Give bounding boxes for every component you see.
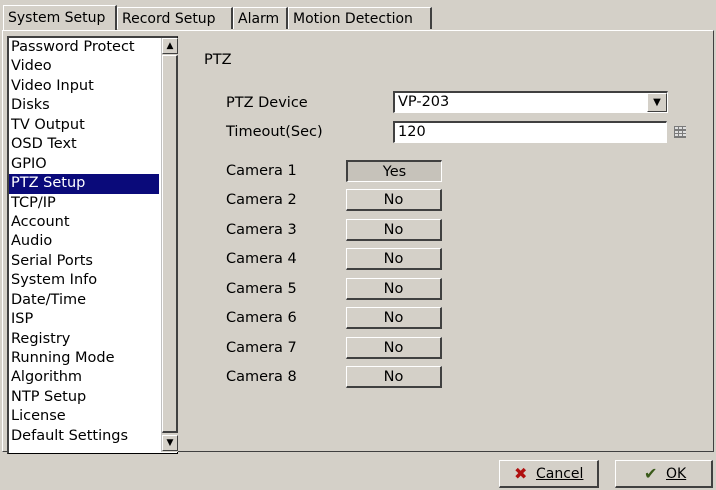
camera-4-toggle[interactable]: No: [346, 248, 442, 270]
ok-button-label: OK: [666, 466, 687, 482]
camera-3-label: Camera 3: [226, 222, 297, 238]
cancel-button[interactable]: ✖ Cancel: [499, 460, 599, 488]
list-item-password-protect[interactable]: Password Protect: [9, 38, 159, 57]
list-item-running-mode[interactable]: Running Mode: [9, 349, 159, 368]
camera-1-toggle[interactable]: Yes: [346, 160, 442, 182]
list-item-video-input[interactable]: Video Input: [9, 77, 159, 96]
list-item-ptz-setup[interactable]: PTZ Setup: [9, 174, 159, 194]
camera-6-label: Camera 6: [226, 310, 297, 326]
camera-2-label: Camera 2: [226, 192, 297, 208]
camera-5-toggle[interactable]: No: [346, 278, 442, 300]
checkmark-icon: ✔: [644, 464, 658, 483]
panel-title: PTZ: [204, 52, 232, 68]
list-item-osd-text[interactable]: OSD Text: [9, 135, 159, 154]
list-item-registry[interactable]: Registry: [9, 330, 159, 349]
list-item-audio[interactable]: Audio: [9, 232, 159, 251]
scrollbar-thumb[interactable]: [162, 55, 178, 433]
x-mark-icon: ✖: [514, 464, 528, 483]
list-item-date-time[interactable]: Date/Time: [9, 291, 159, 310]
list-item-system-info[interactable]: System Info: [9, 271, 159, 290]
list-item-account[interactable]: Account: [9, 213, 159, 232]
list-item-video[interactable]: Video: [9, 57, 159, 76]
tab-alarm[interactable]: Alarm: [233, 7, 288, 29]
scroll-up-arrow-icon[interactable]: ▲: [162, 38, 178, 54]
list-item-default-settings[interactable]: Default Settings: [9, 427, 159, 446]
list-item-tv-output[interactable]: TV Output: [9, 116, 159, 135]
camera-7-toggle[interactable]: No: [346, 337, 442, 359]
list-item-algorithm[interactable]: Algorithm: [9, 368, 159, 387]
tab-system-setup[interactable]: System Setup: [3, 5, 117, 30]
camera-3-toggle[interactable]: No: [346, 219, 442, 241]
list-item-ntp-setup[interactable]: NTP Setup: [9, 388, 159, 407]
camera-4-label: Camera 4: [226, 251, 297, 267]
chevron-down-icon[interactable]: ▼: [647, 93, 667, 112]
ok-button[interactable]: ✔ OK: [615, 460, 713, 488]
list-item-isp[interactable]: ISP: [9, 310, 159, 329]
list-scrollbar[interactable]: ▲ ▼: [161, 38, 178, 452]
camera-6-toggle[interactable]: No: [346, 307, 442, 329]
tab-bar: System Setup Record Setup Alarm Motion D…: [0, 0, 716, 30]
camera-7-label: Camera 7: [226, 340, 297, 356]
timeout-label: Timeout(Sec): [226, 124, 323, 140]
tab-motion-detection[interactable]: Motion Detection: [288, 7, 432, 29]
list-item-gpio[interactable]: GPIO: [9, 155, 159, 174]
ptz-device-select[interactable]: VP-203 ▼: [393, 91, 668, 113]
scroll-down-arrow-icon[interactable]: ▼: [162, 435, 178, 451]
list-item-serial-ports[interactable]: Serial Ports: [9, 252, 159, 271]
ptz-device-value: VP-203: [398, 94, 450, 110]
list-item-tcp-ip[interactable]: TCP/IP: [9, 194, 159, 213]
list-item-disks[interactable]: Disks: [9, 96, 159, 115]
camera-2-toggle[interactable]: No: [346, 189, 442, 211]
timeout-value: 120: [398, 124, 426, 140]
camera-5-label: Camera 5: [226, 281, 297, 297]
camera-8-toggle[interactable]: No: [346, 366, 442, 388]
timeout-input[interactable]: 120: [393, 121, 667, 143]
camera-8-label: Camera 8: [226, 369, 297, 385]
list-item-license[interactable]: License: [9, 407, 159, 426]
camera-1-label: Camera 1: [226, 163, 297, 179]
keypad-icon[interactable]: [674, 126, 686, 138]
settings-list-items: Password Protect Video Video Input Disks…: [9, 38, 159, 452]
cancel-button-label: Cancel: [536, 466, 584, 482]
settings-list: Password Protect Video Video Input Disks…: [7, 36, 178, 454]
tab-record-setup[interactable]: Record Setup: [117, 7, 233, 29]
ptz-device-label: PTZ Device: [226, 95, 308, 111]
